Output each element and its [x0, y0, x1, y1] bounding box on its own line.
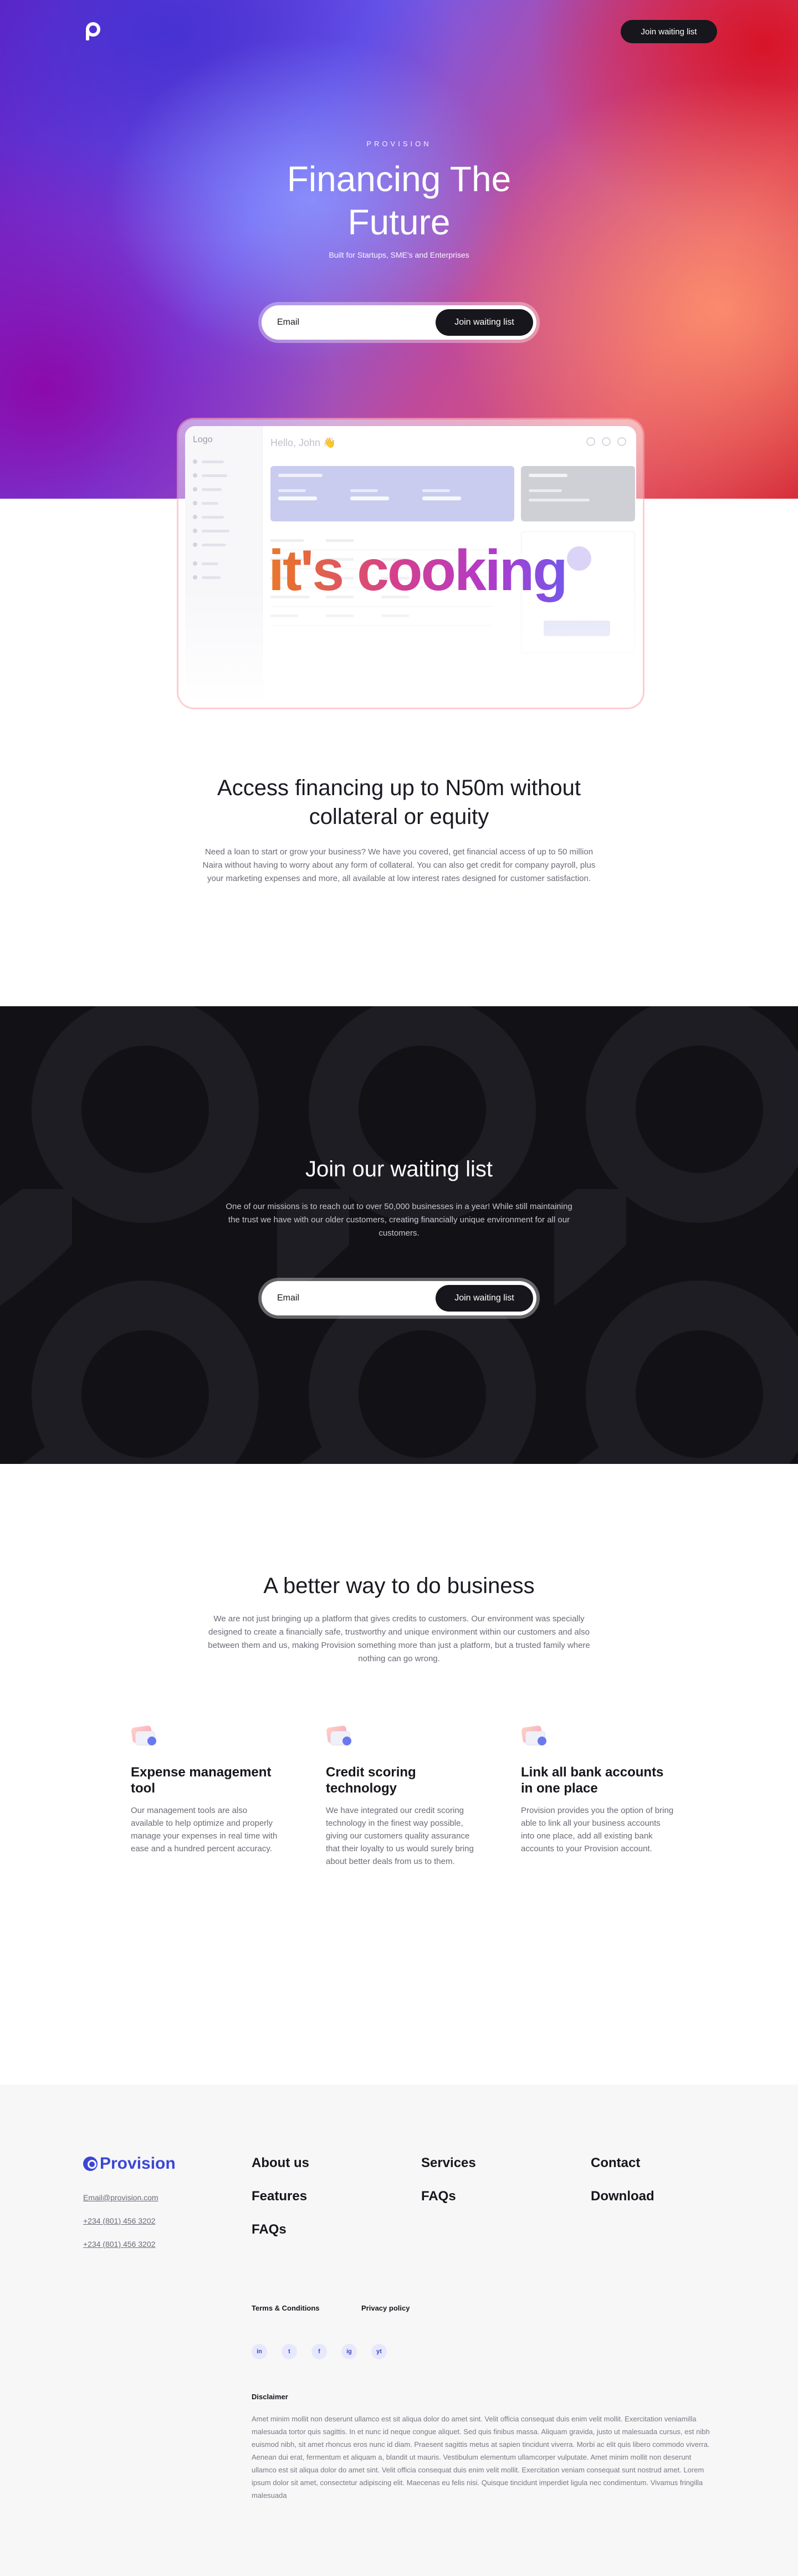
preview-logo: Logo: [193, 435, 213, 444]
footer-brand-name: Provision: [100, 2154, 176, 2173]
waitlist-email-input[interactable]: [277, 1293, 436, 1303]
footer-phone-link[interactable]: +234 (801) 456 3202: [83, 2240, 155, 2249]
preview-sidebar-item: [193, 515, 254, 519]
footer-link-download[interactable]: Download: [591, 2189, 654, 2204]
preview-sidebar-item: [193, 487, 254, 491]
preview-sidebar-item: [193, 473, 254, 478]
wallet-cards-icon: [131, 1723, 158, 1751]
disclaimer-title: Disclaimer: [252, 2393, 288, 2401]
footer-column-1: About us Features FAQs: [252, 2155, 309, 2255]
access-title: Access financing up to N50m without coll…: [217, 776, 581, 829]
linkedin-icon[interactable]: in: [252, 2344, 267, 2359]
better-way-section: A better way to do business We are not j…: [0, 1571, 798, 1666]
better-title: A better way to do business: [263, 1574, 535, 1598]
wallet-cards-icon: [326, 1723, 354, 1751]
footer-social-links: in t f ig yt: [252, 2344, 387, 2359]
provision-logo-icon[interactable]: [84, 22, 101, 41]
feature-body: Provision provides you the option of bri…: [521, 1806, 674, 1853]
facebook-icon[interactable]: f: [311, 2344, 327, 2359]
feature-title: Link all bank accounts in one place: [521, 1765, 664, 1796]
preview-sidebar-item: [193, 459, 254, 464]
feature-credit-scoring: Credit scoring technology We have integr…: [326, 1723, 475, 1868]
footer-column-2: Services FAQs: [421, 2155, 476, 2222]
twitter-icon[interactable]: t: [282, 2344, 297, 2359]
footer-link-faqs[interactable]: FAQs: [421, 2189, 476, 2204]
access-financing-section: Access financing up to N50m without coll…: [0, 774, 798, 885]
preview-greeting: Hello, John 👋: [270, 437, 336, 448]
footer-link-faqs[interactable]: FAQs: [252, 2222, 309, 2237]
waitlist-body: One of our missions is to reach out to o…: [226, 1202, 572, 1238]
feature-expense-management: Expense management tool Our management t…: [131, 1723, 280, 1855]
footer-link-features[interactable]: Features: [252, 2189, 309, 2204]
hero-title: Financing The Future: [287, 159, 511, 242]
header-join-waitlist-button[interactable]: Join waiting list: [621, 20, 717, 43]
footer-link-contact[interactable]: Contact: [591, 2155, 654, 2171]
bell-icon: [602, 437, 611, 446]
search-icon: [586, 437, 595, 446]
dashboard-preview-frame: Logo Hello, John 👋 it's cooking: [185, 426, 636, 701]
feature-body: Our management tools are also available …: [131, 1806, 278, 1853]
footer-email-link[interactable]: Email@provision.com: [83, 2193, 158, 2202]
youtube-icon[interactable]: yt: [371, 2344, 387, 2359]
footer: Provision Email@provision.com +234 (801)…: [0, 2085, 798, 2576]
waitlist-section: Join our waiting list One of our mission…: [0, 1006, 798, 1464]
feature-link-bank-accounts: Link all bank accounts in one place Prov…: [521, 1723, 676, 1855]
feature-body: We have integrated our credit scoring te…: [326, 1806, 474, 1866]
footer-link-services[interactable]: Services: [421, 2155, 476, 2171]
preview-header-icons: [586, 437, 626, 446]
hero-email-input[interactable]: [277, 317, 436, 327]
footer-column-3: Contact Download: [591, 2155, 654, 2222]
access-body: Need a loan to start or grow your busine…: [202, 847, 596, 883]
hero-join-waitlist-button[interactable]: Join waiting list: [436, 309, 533, 336]
wallet-cards-icon: [521, 1723, 549, 1751]
preview-sidebar-item: [193, 501, 254, 505]
preview-balance-card: [270, 466, 514, 521]
instagram-icon[interactable]: ig: [341, 2344, 357, 2359]
feature-title: Credit scoring technology: [326, 1765, 416, 1796]
preview-side-card: [521, 466, 635, 521]
footer-link-about-us[interactable]: About us: [252, 2155, 309, 2171]
footer-phone-link[interactable]: +234 (801) 456 3202: [83, 2216, 155, 2225]
dashboard-preview: Logo Hello, John 👋 it's cooking: [178, 419, 643, 708]
better-body: We are not just bringing up a platform t…: [208, 1614, 590, 1663]
footer-privacy-link[interactable]: Privacy policy: [361, 2304, 410, 2312]
disclaimer-text: Amet minim mollit non deserunt ullamco e…: [252, 2415, 710, 2500]
waitlist-join-button[interactable]: Join waiting list: [436, 1285, 533, 1312]
feature-title: Expense management tool: [131, 1765, 272, 1796]
preview-sidebar-item: [193, 529, 254, 533]
provision-logo-icon: [83, 2157, 98, 2171]
waitlist-email-form: Join waiting list: [262, 1281, 536, 1315]
waitlist-title: Join our waiting list: [305, 1157, 493, 1181]
footer-brand[interactable]: Provision: [83, 2154, 176, 2173]
hero-eyebrow: PROVISION: [366, 140, 432, 148]
footer-terms-link[interactable]: Terms & Conditions: [252, 2304, 320, 2312]
hero-email-form: Join waiting list: [262, 305, 536, 340]
its-cooking-overlay-text: it's cooking: [185, 538, 636, 604]
hero-subtitle: Built for Startups, SME's and Enterprise…: [329, 250, 469, 259]
avatar-icon: [617, 437, 626, 446]
